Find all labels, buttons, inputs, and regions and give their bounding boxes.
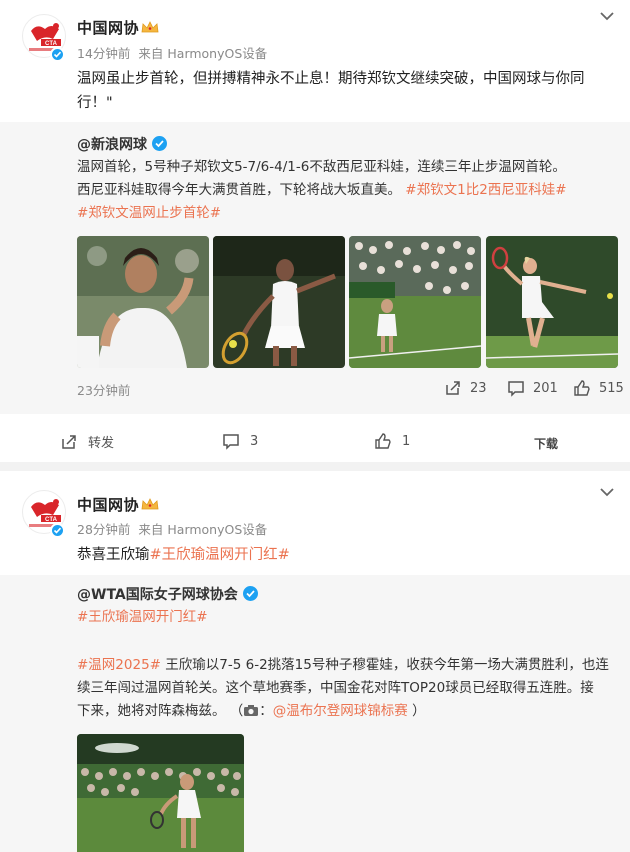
mention-link[interactable]: @温布尔登网球锦标赛 — [273, 703, 408, 719]
repost-icon — [62, 434, 76, 449]
repost-line: 下来，她将对阵森梅兹。 （：@温布尔登网球锦标赛 ） — [77, 703, 426, 719]
hashtag-link[interactable]: #王欣瑜温网开门红# — [150, 547, 290, 563]
comment-count-value: 201 — [533, 380, 558, 396]
download-button[interactable]: 下载 — [534, 435, 558, 452]
repost-line: 续三年闯过温网首轮关。这个草地赛季，中国金花对阵TOP20球员已经取得五连胜。接 — [77, 680, 594, 696]
repost-card[interactable]: @WTA国际女子网球协会 #王欣瑜温网开门红# #温网2025# 王欣瑜以7-5… — [0, 575, 630, 852]
comment-count[interactable]: 201 — [507, 379, 558, 397]
post-time[interactable]: 28分钟前 — [77, 522, 130, 537]
like-icon — [375, 433, 391, 449]
crown-icon — [141, 21, 159, 33]
repost-text: #温网2025# 王欣瑜以7-5 6-2挑落15号种子穆霍娃，收获今年第一场大满… — [77, 654, 622, 723]
hashtag-link[interactable]: #王欣瑜温网开门红# — [77, 609, 208, 625]
repost-count-value: 23 — [470, 380, 487, 396]
comment-button-count: 3 — [250, 433, 259, 449]
post-text: 恭喜王欣瑜#王欣瑜温网开门红# — [77, 543, 617, 567]
verified-icon — [50, 523, 65, 538]
repost-author[interactable]: @新浪网球 — [77, 134, 167, 154]
repost-hashtag-line: #王欣瑜温网开门红# — [77, 606, 622, 629]
repost-line-text: 王欣瑜以7-5 6-2挑落15号种子穆霍娃，收获今年第一场大满贯胜利，也连 — [165, 657, 609, 673]
photo-thumbnail[interactable] — [77, 734, 244, 852]
weibo-post: CTA 中国网协 14分钟前 来自 HarmonyOS设备 温网虽止步首轮，但拼搏… — [0, 0, 630, 462]
post-separator — [0, 462, 630, 471]
like-button[interactable]: 1 — [374, 432, 410, 450]
repost-author-name[interactable]: @WTA国际女子网球协会 — [77, 587, 238, 603]
repost-text: 温网首轮，5号种子郑钦文5-7/6-4/1-6不敌西尼亚科娃，连续三年止步温网首… — [77, 156, 622, 225]
author-name[interactable]: 中国网协 — [77, 494, 139, 515]
post-meta: 28分钟前 来自 HarmonyOS设备 — [77, 519, 275, 538]
crown-icon — [141, 498, 159, 510]
comment-icon — [508, 381, 524, 397]
verified-icon — [50, 47, 65, 62]
hashtag-link[interactable]: #郑钦文1比2西尼亚科娃# — [405, 182, 566, 198]
chevron-down-icon[interactable] — [598, 10, 616, 22]
chevron-down-icon[interactable] — [598, 486, 616, 498]
repost-line-suffix: ） — [412, 703, 426, 719]
repost-line: #郑钦文温网止步首轮# — [77, 202, 622, 225]
repost-time[interactable]: 23分钟前 — [77, 380, 130, 399]
post-meta: 14分钟前 来自 HarmonyOS设备 — [77, 43, 275, 62]
repost-button[interactable]: 转发 — [60, 432, 114, 451]
repost-author[interactable]: @WTA国际女子网球协会 — [77, 584, 258, 604]
repost-count[interactable]: 23 — [444, 379, 487, 397]
post-time[interactable]: 14分钟前 — [77, 46, 130, 61]
photo-thumbnail[interactable] — [77, 236, 209, 368]
hashtag-link[interactable]: #郑钦文温网止步首轮# — [77, 205, 221, 221]
like-count[interactable]: 515 — [573, 379, 624, 397]
repost-line-text: 下来，她将对阵森梅兹。 （ — [77, 703, 244, 719]
verified-icon — [152, 136, 167, 151]
comment-icon — [223, 434, 239, 450]
repost-author-name[interactable]: @新浪网球 — [77, 137, 147, 153]
comment-button[interactable]: 3 — [222, 432, 258, 450]
repost-line: 温网首轮，5号种子郑钦文5-7/6-4/1-6不敌西尼亚科娃，连续三年止步温网首… — [77, 159, 566, 175]
repost-icon — [446, 381, 460, 395]
photo-thumbnail[interactable] — [349, 236, 481, 368]
post-text: 温网虽止步首轮，但拼搏精神永不止息！期待郑钦文继续突破，中国网球与你同行！" — [77, 71, 585, 111]
photo-thumbnail[interactable] — [213, 236, 345, 368]
repost-button-label: 转发 — [88, 436, 115, 451]
like-icon — [574, 380, 590, 396]
like-button-count: 1 — [402, 433, 411, 449]
author-name[interactable]: 中国网协 — [77, 17, 139, 38]
hashtag-link[interactable]: #温网2025# — [77, 657, 161, 673]
like-count-value: 515 — [599, 380, 624, 396]
photo-thumbnail[interactable] — [486, 236, 618, 368]
post-text-prefix: 恭喜王欣瑜 — [77, 547, 150, 563]
weibo-post: CTA 中国网协 28分钟前 来自 HarmonyOS设备 恭喜王欣瑜#王欣瑜温网… — [0, 471, 630, 852]
post-source: 来自 HarmonyOS设备 — [138, 522, 268, 537]
post-source: 来自 HarmonyOS设备 — [138, 46, 268, 61]
repost-line: 西尼亚科娃取得今年大满贯首胜，下轮将战大坂直美。 #郑钦文1比2西尼亚科娃# — [77, 179, 622, 202]
repost-line: #温网2025# 王欣瑜以7-5 6-2挑落15号种子穆霍娃，收获今年第一场大满… — [77, 654, 622, 677]
camera-icon — [244, 705, 259, 716]
verified-icon — [242, 586, 258, 601]
repost-line-text: 西尼亚科娃取得今年大满贯首胜，下轮将战大坂直美。 — [77, 182, 401, 198]
